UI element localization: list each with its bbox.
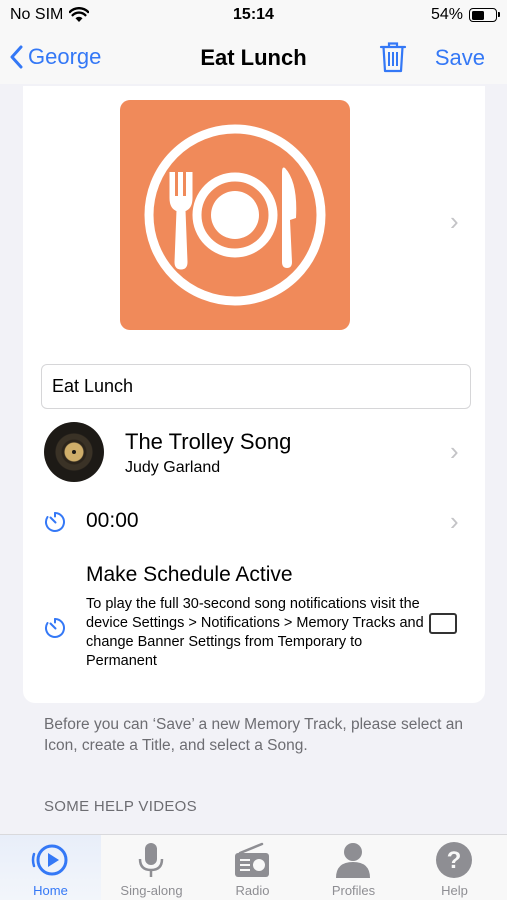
tab-label: Profiles [331, 883, 376, 898]
memory-track-card: › The Trolley Song Judy Garland › 00:00 … [23, 86, 485, 703]
schedule-active-checkbox[interactable] [429, 613, 457, 634]
svg-text:?: ? [447, 847, 462, 874]
trash-icon[interactable] [379, 40, 407, 74]
title-input[interactable] [41, 364, 471, 409]
time-chevron-right-icon: › [450, 506, 459, 536]
status-bar: No SIM 15:14 54% [0, 0, 507, 32]
icon-chevron-right-icon: › [450, 206, 459, 236]
tab-label: Home [33, 883, 68, 898]
tab-bar: Home Sing-along Radio Profiles ? Help [0, 834, 507, 900]
song-chevron-right-icon: › [450, 436, 459, 466]
tab-profiles[interactable]: Profiles [303, 835, 404, 900]
back-button[interactable]: George [10, 44, 101, 70]
save-button[interactable]: Save [435, 45, 485, 71]
wifi-icon [69, 7, 90, 22]
navigation-bar: George Eat Lunch Save [0, 32, 507, 84]
tab-home[interactable]: Home [0, 835, 101, 900]
time-selector[interactable]: 00:00 › [23, 502, 485, 540]
schedule-time: 00:00 [86, 509, 139, 532]
tab-label: Radio [235, 883, 270, 898]
question-icon: ? [436, 842, 472, 878]
plate-fork-knife-icon [144, 124, 326, 306]
timer-icon [45, 512, 65, 532]
song-selector[interactable]: The Trolley Song Judy Garland › [23, 416, 485, 486]
save-requirements-note: Before you can ‘Save’ a new Memory Track… [44, 716, 463, 754]
radio-icon [235, 842, 269, 877]
battery-icon [469, 8, 500, 22]
chevron-left-icon [10, 45, 23, 69]
battery-status: 54% [430, 6, 500, 24]
tab-sing-along[interactable]: Sing-along [101, 835, 202, 900]
song-artist: Judy Garland [125, 459, 221, 476]
carrier-info: No SIM [10, 6, 90, 24]
help-videos-header: SOME HELP VIDEOS [44, 798, 197, 815]
song-title: The Trolley Song [125, 429, 292, 454]
person-icon [336, 843, 370, 878]
album-art-record-icon [44, 422, 104, 482]
tab-help[interactable]: ? Help [404, 835, 505, 900]
schedule-description: To play the full 30-second song notifica… [86, 596, 424, 669]
tab-label: Sing-along [120, 883, 183, 898]
icon-picker[interactable] [120, 100, 350, 330]
tab-radio[interactable]: Radio [202, 835, 303, 900]
carrier-label: No SIM [10, 6, 64, 23]
tab-label: Help [441, 883, 468, 898]
schedule-active-label: Make Schedule Active [86, 563, 293, 586]
timer-icon [45, 618, 65, 638]
microphone-icon [138, 843, 164, 877]
back-label: George [28, 44, 102, 69]
battery-percent: 54% [430, 6, 463, 23]
home-play-icon [31, 844, 68, 876]
